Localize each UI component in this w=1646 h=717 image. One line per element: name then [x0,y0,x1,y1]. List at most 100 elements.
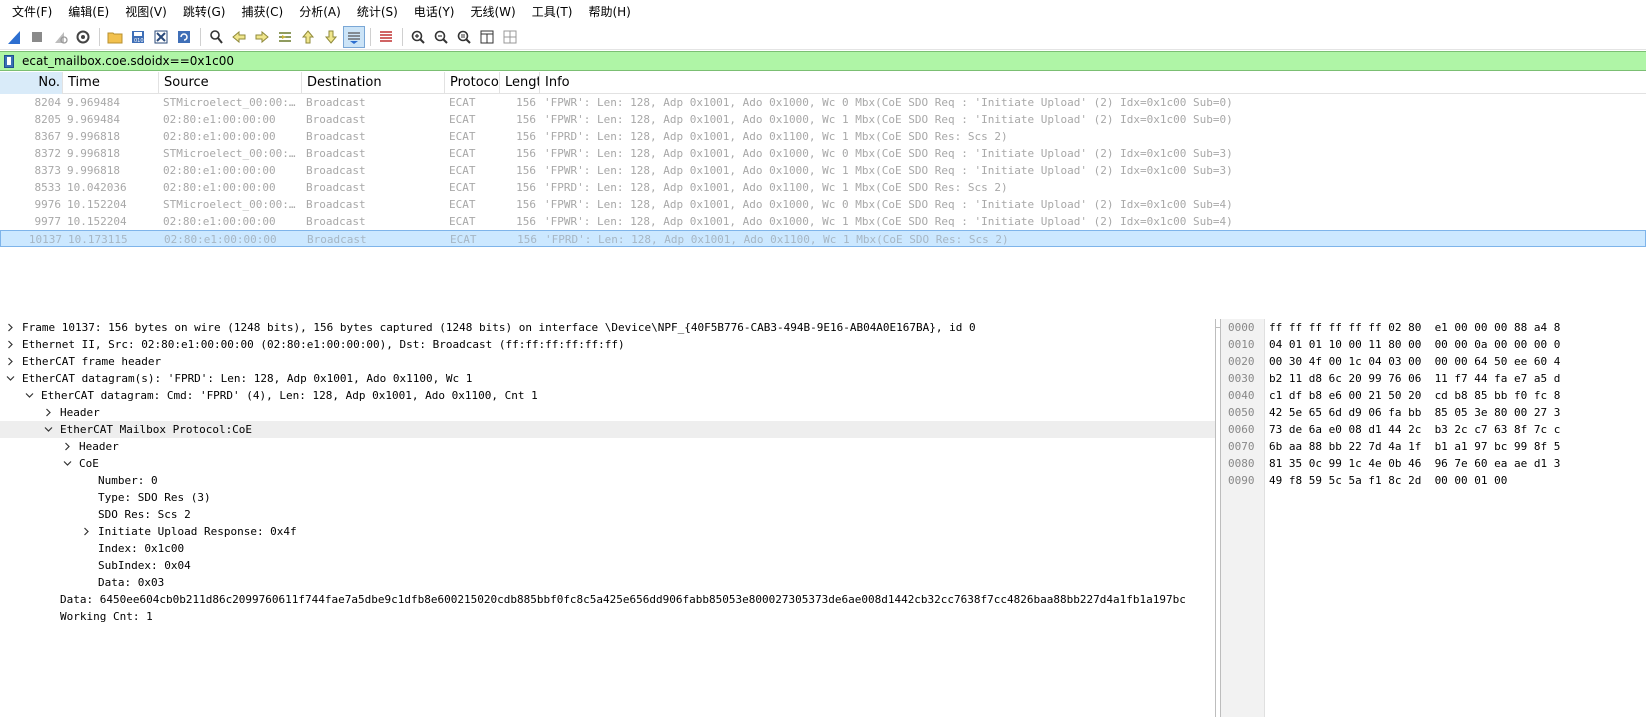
hex-byte-row[interactable]: 73 de 6a e0 08 d1 44 2c b3 2c c7 63 8f 7… [1269,421,1560,438]
packet-time: 10.173115 [68,233,128,246]
zoom-out-icon[interactable] [430,26,452,48]
menu-item[interactable]: 跳转(G) [175,0,234,24]
packet-source: 02:80:e1:00:00:00 [163,130,276,143]
capture-options-gear-icon[interactable] [72,26,94,48]
column-header-source[interactable]: Source [159,72,302,94]
go-forward-arrow-icon[interactable] [251,26,273,48]
detail-tree-item[interactable]: Index: 0x1c00 [0,540,1215,557]
detail-tree-label: EtherCAT datagram(s): 'FPRD': Len: 128, … [22,372,473,385]
packet-length: 156 [516,113,536,126]
go-to-packet-icon[interactable] [274,26,296,48]
detail-tree-item[interactable]: Type: SDO Res (3) [0,489,1215,506]
detail-tree-item[interactable]: Working Cnt: 1 [0,608,1215,625]
close-file-icon[interactable] [150,26,172,48]
column-header-no[interactable]: No. [0,72,63,94]
colorize-lines-icon[interactable] [375,26,397,48]
detail-tree-item[interactable]: Data: 6450ee604cb0b211d86c2099760611f744… [0,591,1215,608]
find-magnifier-icon[interactable] [205,26,227,48]
chevron-right-icon[interactable] [42,404,54,421]
chevron-right-icon[interactable] [4,336,16,353]
hex-offset: 0080 [1228,457,1255,470]
packet-protocol: ECAT [449,164,476,177]
packet-row[interactable]: 8367 9.996818 02:80:e1:00:00:00 Broadcast EC… [0,128,1646,145]
save-file-icon[interactable]: 010 [127,26,149,48]
shark-fin-start-icon[interactable] [3,26,25,48]
column-header-length[interactable]: Lengt [500,72,540,94]
menu-item[interactable]: 文件(F) [4,0,60,24]
detail-tree-item[interactable]: Number: 0 [0,472,1215,489]
detail-tree-item[interactable]: Header [0,438,1215,455]
hex-byte-row[interactable]: b2 11 d8 6c 20 99 76 06 11 f7 44 fa e7 a… [1269,370,1560,387]
detail-tree-item[interactable]: EtherCAT frame header [0,353,1215,370]
resize-columns-icon[interactable] [476,26,498,48]
go-back-arrow-icon[interactable] [228,26,250,48]
go-first-packet-icon[interactable] [297,26,319,48]
hex-byte-row[interactable]: c1 df b8 e6 00 21 50 20 cd b8 85 bb f0 f… [1269,387,1560,404]
detail-tree-item[interactable]: Data: 0x03 [0,574,1215,591]
menu-item[interactable]: 帮助(H) [580,0,638,24]
hex-byte-row[interactable]: 6b aa 88 bb 22 7d 4a 1f b1 a1 97 bc 99 8… [1269,438,1560,455]
packet-destination: Broadcast [306,181,366,194]
detail-tree-item[interactable]: Initiate Upload Response: 0x4f [0,523,1215,540]
menu-item[interactable]: 工具(T) [524,0,581,24]
packet-source: STMicroelect_00:00:… [163,96,296,109]
hex-byte-row[interactable]: 81 35 0c 99 1c 4e 0b 46 96 7e 60 ea ae d… [1269,455,1560,472]
chevron-right-icon[interactable] [4,319,16,336]
detail-tree-item[interactable]: EtherCAT datagram(s): 'FPRD': Len: 128, … [0,370,1215,387]
detail-tree-item[interactable]: Ethernet II, Src: 02:80:e1:00:00:00 (02:… [0,336,1215,353]
detail-tree-item[interactable]: SubIndex: 0x04 [0,557,1215,574]
bookmark-icon[interactable] [0,52,18,70]
packet-time: 9.969484 [67,113,120,126]
chevron-down-icon[interactable] [23,387,35,404]
display-filter-input[interactable] [18,52,1646,70]
menu-item[interactable]: 视图(V) [117,0,175,24]
column-header-info[interactable]: Info [540,72,1646,94]
detail-tree-item[interactable]: SDO Res: Scs 2 [0,506,1215,523]
packet-row[interactable]: 9977 10.152204 02:80:e1:00:00:00 Broadcast E… [0,213,1646,230]
hex-byte-row[interactable]: 42 5e 65 6d d9 06 fa bb 85 05 3e 80 00 2… [1269,404,1560,421]
stop-square-icon[interactable] [26,26,48,48]
go-last-packet-icon[interactable] [320,26,342,48]
packet-row[interactable]: 10137 10.173115 02:80:e1:00:00:00 Broadcast… [0,230,1646,247]
detail-tree-item[interactable]: EtherCAT datagram: Cmd: 'FPRD' (4), Len:… [0,387,1215,404]
hex-byte-row[interactable]: 49 f8 59 5c 5a f1 8c 2d 00 00 01 00 [1269,472,1560,489]
detail-tree-label: EtherCAT Mailbox Protocol:CoE [60,423,253,436]
layout-grid-icon[interactable] [499,26,521,48]
column-header-protocol[interactable]: Protoco [445,72,500,94]
detail-tree-item[interactable]: Header [0,404,1215,421]
chevron-down-icon[interactable] [61,455,73,472]
menu-item[interactable]: 分析(A) [291,0,349,24]
packet-destination: Broadcast [306,198,366,211]
packet-row[interactable]: 8204 9.969484 STMicroelect_00:00:… Broadcas… [0,94,1646,111]
chevron-right-icon[interactable] [80,523,92,540]
hex-byte-row[interactable]: 04 01 01 10 00 11 80 00 00 00 0a 00 00 0… [1269,336,1560,353]
detail-tree-item[interactable]: EtherCAT Mailbox Protocol:CoE [0,421,1215,438]
hex-byte-row[interactable]: 00 30 4f 00 1c 04 03 00 00 00 64 50 ee 6… [1269,353,1560,370]
auto-scroll-icon[interactable] [343,25,365,48]
menu-item[interactable]: 统计(S) [349,0,406,24]
menu-item[interactable]: 无线(W) [463,0,524,24]
chevron-down-icon[interactable] [42,421,54,438]
packet-row[interactable]: 8205 9.969484 02:80:e1:00:00:00 Broadcast EC… [0,111,1646,128]
chevron-down-icon[interactable] [4,370,16,387]
zoom-reset-icon[interactable] [453,26,475,48]
column-header-time[interactable]: Time [63,72,159,94]
menu-item[interactable]: 编辑(E) [60,0,117,24]
packet-row[interactable]: 8373 9.996818 02:80:e1:00:00:00 Broadcast EC… [0,162,1646,179]
reload-icon[interactable] [173,26,195,48]
detail-tree-item[interactable]: Frame 10137: 156 bytes on wire (1248 bit… [0,319,1215,336]
detail-tree-label: Header [79,440,119,453]
column-header-destination[interactable]: Destination [302,72,445,94]
packet-row[interactable]: 9976 10.152204 STMicroelect_00:00:… Broadca… [0,196,1646,213]
detail-tree-item[interactable]: CoE [0,455,1215,472]
menu-item[interactable]: 捕获(C) [233,0,291,24]
chevron-right-icon[interactable] [61,438,73,455]
chevron-right-icon[interactable] [4,353,16,370]
packet-row[interactable]: 8533 10.042036 02:80:e1:00:00:00 Broadcast E… [0,179,1646,196]
packet-row[interactable]: 8372 9.996818 STMicroelect_00:00:… Broadcas… [0,145,1646,162]
open-folder-icon[interactable] [104,26,126,48]
restart-icon[interactable] [49,26,71,48]
hex-byte-row[interactable]: ff ff ff ff ff ff 02 80 e1 00 00 00 88 a… [1269,319,1560,336]
zoom-in-icon[interactable] [407,26,429,48]
menu-item[interactable]: 电话(Y) [406,0,463,24]
